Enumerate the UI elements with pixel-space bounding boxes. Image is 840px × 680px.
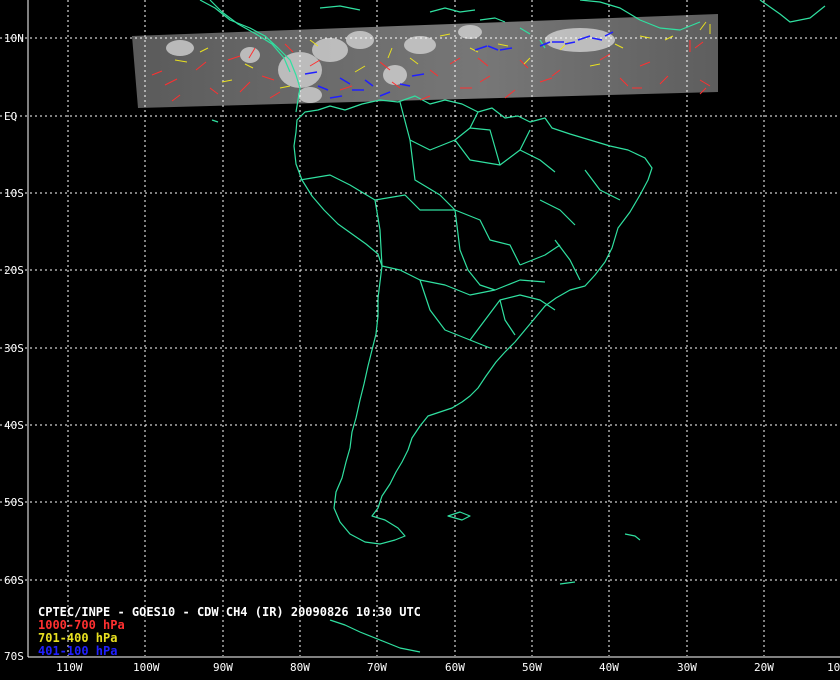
country-borders (299, 101, 621, 349)
map-canvas (0, 0, 840, 658)
lon-label-90w: 90W (213, 661, 233, 674)
lon-label-60w: 60W (445, 661, 465, 674)
falkland-islands (447, 511, 471, 521)
legend-low-level: 1000-700 hPa (38, 618, 125, 632)
legend-high-level: 401-100 hPa (38, 644, 118, 658)
imagery-swath (132, 14, 718, 108)
lat-label-40s: 40S (4, 419, 24, 432)
lat-label-10n: 10N (4, 32, 24, 45)
lat-label-30s: 30S (4, 342, 24, 355)
satellite-ir-strip (132, 14, 718, 108)
south-georgia (624, 533, 641, 541)
lat-label-20s: 20S (4, 264, 24, 277)
south-america-coast (293, 95, 653, 545)
lat-label-50s: 50S (4, 496, 24, 509)
lon-label-30w: 30W (677, 661, 697, 674)
lon-label-40w: 40W (599, 661, 619, 674)
lon-label-70w: 70W (367, 661, 387, 674)
product-caption: CPTEC/INPE - GOES10 - CDW CH4 (IR) 20090… (38, 605, 421, 619)
galapagos (211, 119, 219, 123)
lon-label-100w: 100W (133, 661, 160, 674)
lat-label-eq: EQ (4, 110, 18, 123)
lat-label-60s: 60S (4, 574, 24, 587)
legend-mid-level: 701-400 hPa (38, 631, 118, 645)
lon-label-110w: 110W (56, 661, 83, 674)
lat-label-70s: 70S (4, 650, 24, 663)
lon-label-20w: 20W (754, 661, 774, 674)
lon-label-50w: 50W (522, 661, 542, 674)
lat-label-10s: 10S (4, 187, 24, 200)
satellite-map-frame: 10N EQ 10S 20S 30S 40S 50S 60S 70S 110W … (0, 0, 840, 680)
lon-label-10w: 10 (827, 661, 840, 674)
lon-label-80w: 80W (290, 661, 310, 674)
